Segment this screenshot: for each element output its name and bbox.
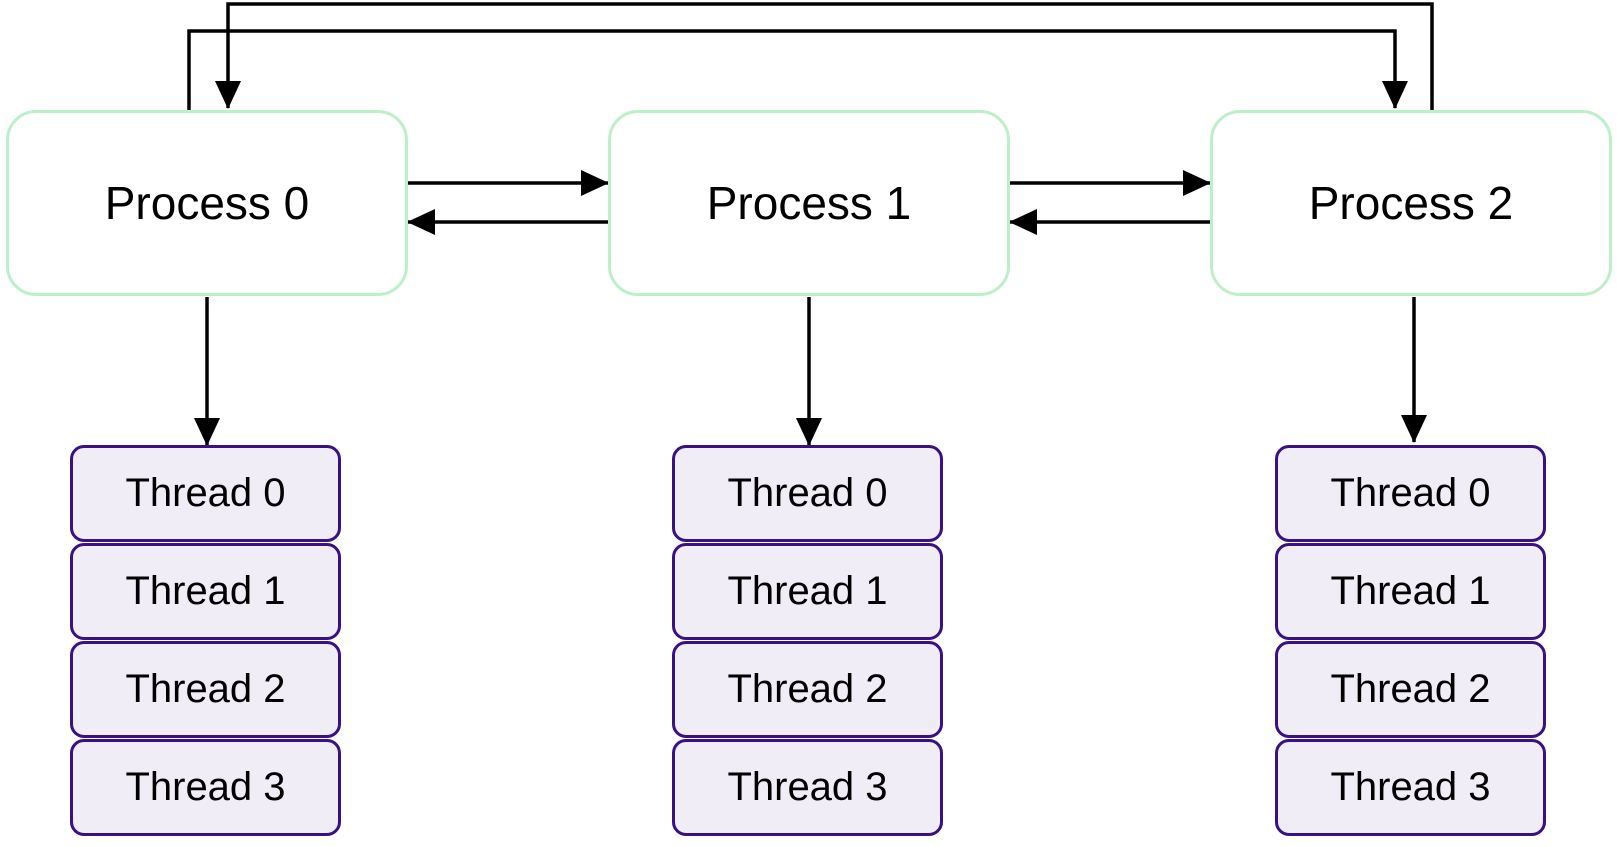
thread-label: Thread 0 xyxy=(1330,471,1491,515)
p2-thread-0: Thread 0 xyxy=(1275,445,1546,542)
p0-thread-2: Thread 2 xyxy=(70,641,341,738)
thread-label: Thread 1 xyxy=(727,569,888,613)
process-2-label: Process 2 xyxy=(1308,177,1514,229)
process-1-label: Process 1 xyxy=(706,177,912,229)
p2-thread-2: Thread 2 xyxy=(1275,641,1546,738)
process-1-box: Process 1 xyxy=(608,110,1010,296)
thread-label: Thread 3 xyxy=(1330,765,1491,809)
thread-label: Thread 3 xyxy=(727,765,888,809)
thread-label: Thread 2 xyxy=(125,667,286,711)
p1-thread-2: Thread 2 xyxy=(672,641,943,738)
thread-label: Thread 3 xyxy=(125,765,286,809)
thread-label: Thread 1 xyxy=(125,569,286,613)
p2-thread-3: Thread 3 xyxy=(1275,739,1546,836)
arrow-p0-to-p2 xyxy=(187,29,1408,112)
process-2-box: Process 2 xyxy=(1210,110,1612,296)
thread-label: Thread 0 xyxy=(727,471,888,515)
arrow-p2-to-p0 xyxy=(215,2,1434,110)
thread-label: Thread 2 xyxy=(1330,667,1491,711)
process-0-label: Process 0 xyxy=(104,177,310,229)
process-0-box: Process 0 xyxy=(6,110,408,296)
p1-thread-0: Thread 0 xyxy=(672,445,943,542)
p1-thread-3: Thread 3 xyxy=(672,739,943,836)
p0-thread-3: Thread 3 xyxy=(70,739,341,836)
p0-thread-0: Thread 0 xyxy=(70,445,341,542)
p2-thread-1: Thread 1 xyxy=(1275,543,1546,640)
thread-label: Thread 0 xyxy=(125,471,286,515)
p1-thread-1: Thread 1 xyxy=(672,543,943,640)
thread-label: Thread 2 xyxy=(727,667,888,711)
p0-thread-1: Thread 1 xyxy=(70,543,341,640)
thread-label: Thread 1 xyxy=(1330,569,1491,613)
